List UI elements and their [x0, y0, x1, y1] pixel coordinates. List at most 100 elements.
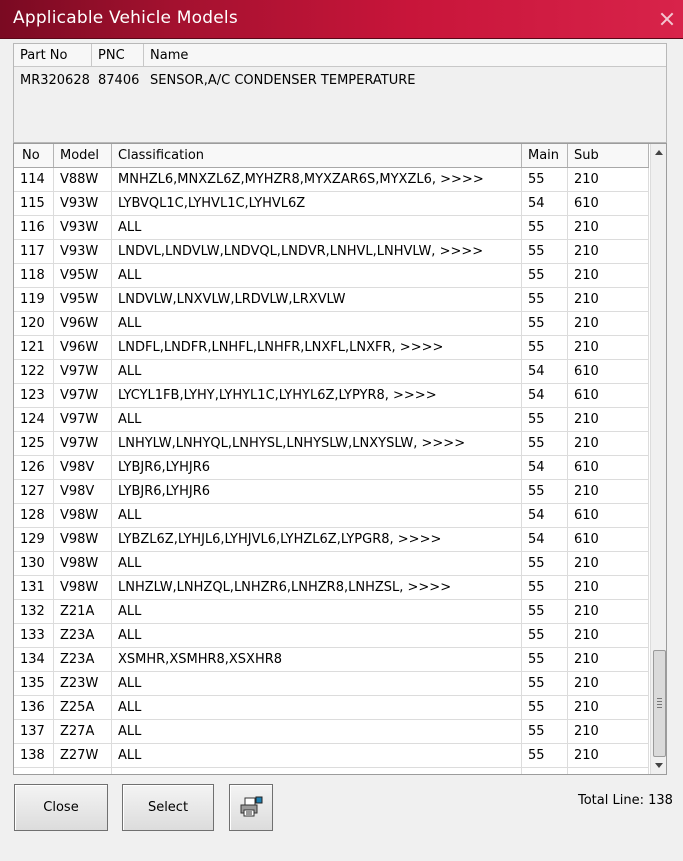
- cell-no: 132: [20, 604, 45, 619]
- window-close-icon[interactable]: [660, 12, 674, 26]
- cell-main: 55: [528, 580, 545, 595]
- table-row[interactable]: 130 V98W ALL 55 210: [14, 552, 649, 576]
- cell-main: 54: [528, 532, 545, 547]
- cell-main: 55: [528, 628, 545, 643]
- table-row[interactable]: 138 Z27W ALL 55 210: [14, 744, 649, 768]
- table-row[interactable]: 128 V98W ALL 54 610: [14, 504, 649, 528]
- cell-sub: 610: [574, 196, 599, 211]
- cell-classification: ALL: [118, 556, 142, 571]
- cell-sub: 610: [574, 388, 599, 403]
- vehicle-models-table[interactable]: No Model Classification Main Sub 114 V88W…: [13, 143, 667, 775]
- cell-no: 135: [20, 676, 45, 691]
- table-row[interactable]: 121 V96W LNDFL,LNDFR,LNHFL,LNHFR,LNXFL,LNX…: [14, 336, 649, 360]
- table-row[interactable]: 119 V95W LNDVLW,LNXVLW,LRDVLW,LRXVLW 55 210: [14, 288, 649, 312]
- cell-sub: 210: [574, 172, 599, 187]
- cell-sub: 210: [574, 628, 599, 643]
- cell-classification: LYCYL1FB,LYHY,LYHYL1C,LYHYL6Z,LYPYR8, >>…: [118, 388, 437, 403]
- cell-no: 122: [20, 364, 45, 379]
- cell-classification: LYBJR6,LYHJR6: [118, 484, 211, 499]
- cell-no: 115: [20, 196, 45, 211]
- cell-sub: 210: [574, 724, 599, 739]
- table-row[interactable]: 117 V93W LNDVL,LNDVLW,LNDVQL,LNDVR,LNHVL,L…: [14, 240, 649, 264]
- scroll-thumb[interactable]: [653, 650, 666, 757]
- cell-no: 131: [20, 580, 45, 595]
- cell-main: 55: [528, 676, 545, 691]
- cell-classification: LYBVQL1C,LYHVL1C,LYHVL6Z: [118, 196, 306, 211]
- column-model[interactable]: Model: [60, 148, 99, 163]
- cell-model: V97W: [60, 436, 99, 451]
- cell-sub: 210: [574, 556, 599, 571]
- cell-classification: LNDVL,LNDVLW,LNDVQL,LNDVR,LNHVL,LNHVLW, …: [118, 244, 484, 259]
- cell-no: 130: [20, 556, 45, 571]
- cell-sub: 210: [574, 652, 599, 667]
- select-button[interactable]: Select: [122, 784, 214, 831]
- close-button[interactable]: Close: [14, 784, 108, 831]
- cell-main: 55: [528, 268, 545, 283]
- table-row[interactable]: 122 V97W ALL 54 610: [14, 360, 649, 384]
- cell-classification: ALL: [118, 676, 142, 691]
- cell-model: Z25A: [60, 700, 95, 715]
- cell-no: 127: [20, 484, 45, 499]
- cell-classification: MNHZL6,MNXZL6Z,MYHZR8,MYXZAR6S,MYXZL6, >…: [118, 172, 484, 187]
- cell-classification: LYBZL6Z,LYHJL6,LYHJVL6,LYHZL6Z,LYPGR8, >…: [118, 532, 442, 547]
- cell-sub: 210: [574, 748, 599, 763]
- part-name-value: SENSOR,A/C CONDENSER TEMPERATURE: [150, 73, 416, 88]
- cell-sub: 210: [574, 316, 599, 331]
- cell-classification: ALL: [118, 508, 142, 523]
- cell-model: V98W: [60, 508, 99, 523]
- table-row[interactable]: 137 Z27A ALL 55 210: [14, 720, 649, 744]
- cell-model: V88W: [60, 172, 99, 187]
- table-row[interactable]: 124 V97W ALL 55 210: [14, 408, 649, 432]
- cell-no: 138: [20, 748, 45, 763]
- cell-model: V98V: [60, 484, 95, 499]
- cell-model: Z21A: [60, 604, 95, 619]
- cell-no: 128: [20, 508, 45, 523]
- table-row[interactable]: 123 V97W LYCYL1FB,LYHY,LYHYL1C,LYHYL6Z,LYP…: [14, 384, 649, 408]
- column-sub[interactable]: Sub: [574, 148, 599, 163]
- cell-model: Z23W: [60, 676, 99, 691]
- table-row[interactable]: 136 Z25A ALL 55 210: [14, 696, 649, 720]
- table-row[interactable]: 114 V88W MNHZL6,MNXZL6Z,MYHZR8,MYXZAR6S,MY…: [14, 168, 649, 192]
- scroll-up-icon[interactable]: [655, 150, 663, 155]
- table-row[interactable]: 116 V93W ALL 55 210: [14, 216, 649, 240]
- cell-sub: 210: [574, 412, 599, 427]
- scroll-down-icon[interactable]: [655, 763, 663, 768]
- cell-classification: ALL: [118, 412, 142, 427]
- cell-classification: XSMHR,XSMHR8,XSXHR8: [118, 652, 283, 667]
- part-info-panel: Part No PNC Name MR320628 87406 SENSOR,A…: [13, 43, 667, 143]
- cell-main: 54: [528, 460, 545, 475]
- table-row[interactable]: 133 Z23A ALL 55 210: [14, 624, 649, 648]
- table-row[interactable]: 129 V98W LYBZL6Z,LYHJL6,LYHJVL6,LYHZL6Z,LY…: [14, 528, 649, 552]
- cell-no: 116: [20, 220, 45, 235]
- part-no-value: MR320628: [20, 73, 90, 88]
- cell-main: 55: [528, 700, 545, 715]
- column-main[interactable]: Main: [528, 148, 559, 163]
- print-button[interactable]: [229, 784, 273, 831]
- title-bar: Applicable Vehicle Models: [0, 0, 683, 39]
- cell-model: V98V: [60, 460, 95, 475]
- vertical-scrollbar[interactable]: [650, 144, 666, 774]
- part-info-header: Part No PNC Name: [14, 44, 666, 67]
- table-row[interactable]: 120 V96W ALL 55 210: [14, 312, 649, 336]
- column-classification[interactable]: Classification: [118, 148, 204, 163]
- table-row[interactable]: 118 V95W ALL 55 210: [14, 264, 649, 288]
- cell-model: V98W: [60, 532, 99, 547]
- cell-no: 114: [20, 172, 45, 187]
- table-row[interactable]: 132 Z21A ALL 55 210: [14, 600, 649, 624]
- cell-model: V96W: [60, 316, 99, 331]
- cell-model: V93W: [60, 244, 99, 259]
- cell-no: 120: [20, 316, 45, 331]
- table-row[interactable]: 134 Z23A XSMHR,XSMHR8,XSXHR8 55 210: [14, 648, 649, 672]
- cell-model: V97W: [60, 388, 99, 403]
- table-row[interactable]: 125 V97W LNHYLW,LNHYQL,LNHYSL,LNHYSLW,LNXY…: [14, 432, 649, 456]
- column-no[interactable]: No: [22, 148, 40, 163]
- total-line-label: Total Line: 138: [578, 793, 673, 808]
- cell-classification: ALL: [118, 364, 142, 379]
- table-row[interactable]: 131 V98W LNHZLW,LNHZQL,LNHZR6,LNHZR8,LNHZS…: [14, 576, 649, 600]
- table-row[interactable]: 115 V93W LYBVQL1C,LYHVL1C,LYHVL6Z 54 610: [14, 192, 649, 216]
- table-row[interactable]: 127 V98V LYBJR6,LYHJR6 55 210: [14, 480, 649, 504]
- table-row[interactable]: 135 Z23W ALL 55 210: [14, 672, 649, 696]
- cell-model: V93W: [60, 220, 99, 235]
- table-row[interactable]: 126 V98V LYBJR6,LYHJR6 54 610: [14, 456, 649, 480]
- cell-classification: LNHZLW,LNHZQL,LNHZR6,LNHZR8,LNHZSL, >>>>: [118, 580, 452, 595]
